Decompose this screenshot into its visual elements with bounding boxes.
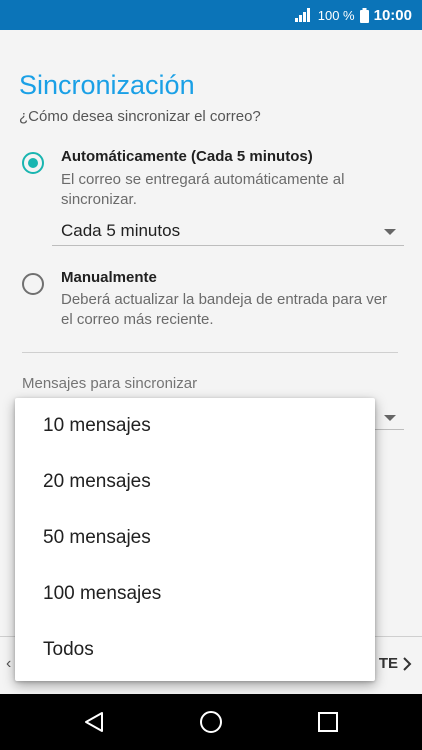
chevron-right-icon (403, 656, 412, 671)
battery-percent: 100 % (317, 7, 355, 23)
menu-item-50[interactable]: 50 mensajes (15, 510, 375, 566)
chevron-left-icon[interactable]: ‹ (6, 655, 11, 673)
signal-icon (294, 8, 310, 22)
home-icon[interactable] (199, 710, 223, 734)
menu-item-all[interactable]: Todos (15, 622, 375, 678)
sync-interval-select[interactable]: Cada 5 minutos (52, 216, 404, 246)
messages-sync-label: Mensajes para sincronizar (22, 375, 198, 392)
clock: 10:00 (373, 6, 412, 24)
sync-question: ¿Cómo desea sincronizar el correo? (19, 108, 261, 125)
messages-count-menu: 10 mensajes 20 mensajes 50 mensajes 100 … (15, 398, 375, 681)
page-title: Sincronización (19, 70, 195, 100)
option-auto-title[interactable]: Automáticamente (Cada 5 minutos) (61, 148, 313, 165)
battery-icon (359, 7, 369, 23)
menu-item-100[interactable]: 100 mensajes (15, 566, 375, 622)
option-manual-description: Deberá actualizar la bandeja de entrada … (61, 291, 388, 328)
next-button-label: TE (378, 655, 398, 672)
radio-manual[interactable] (22, 273, 44, 295)
dropdown-arrow-icon (384, 415, 396, 421)
sync-interval-value: Cada 5 minutos (61, 221, 181, 240)
divider (22, 352, 398, 353)
navigation-bar (0, 694, 422, 750)
back-triangle-icon[interactable] (82, 710, 106, 734)
menu-item-10[interactable]: 10 mensajes (15, 398, 375, 454)
option-auto-description: El correo se entregará automáticamente a… (61, 171, 345, 208)
menu-item-20[interactable]: 20 mensajes (15, 454, 375, 510)
dropdown-arrow-icon (384, 229, 396, 235)
option-manual-title[interactable]: Manualmente (61, 269, 157, 286)
status-bar: 100 % 10:00 (0, 0, 422, 30)
recents-square-icon[interactable] (316, 710, 340, 734)
radio-auto[interactable] (22, 152, 44, 174)
next-button[interactable]: TE (379, 655, 412, 672)
